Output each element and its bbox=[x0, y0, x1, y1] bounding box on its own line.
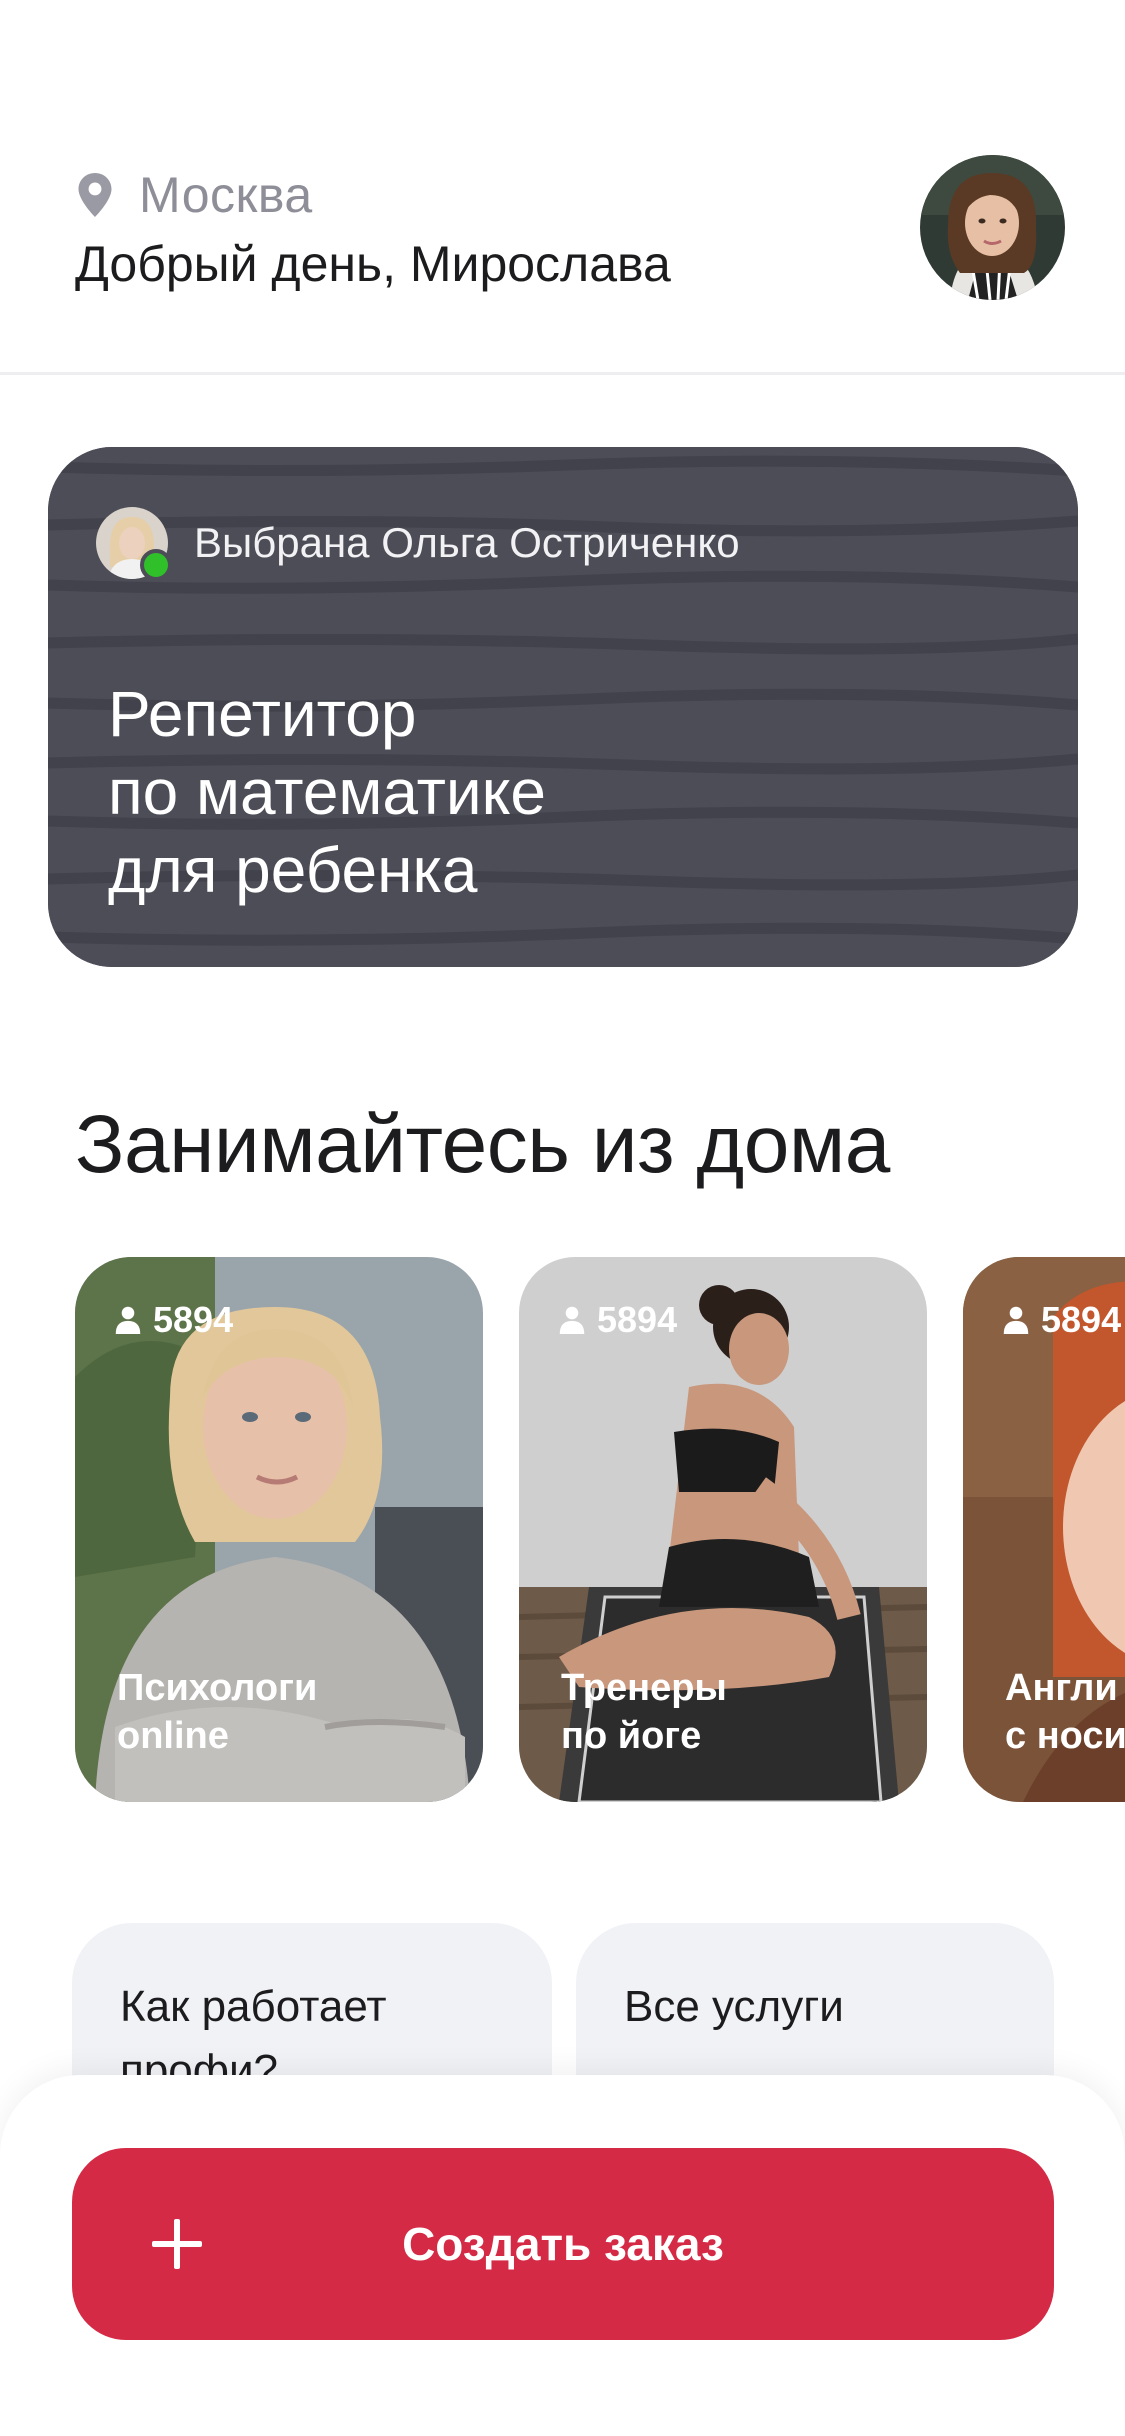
create-order-label: Создать заказ bbox=[402, 2218, 724, 2270]
chosen-specialist-text: Выбрана Ольга Остриченко bbox=[194, 519, 740, 566]
specialist-avatar bbox=[96, 507, 172, 581]
person-icon bbox=[1003, 1306, 1029, 1334]
person-icon bbox=[115, 1306, 141, 1334]
category-label: Англи с носи bbox=[1005, 1667, 1125, 1757]
create-order-button[interactable]: Создать заказ bbox=[72, 2148, 1054, 2340]
category-carousel[interactable]: 5894 Психологи online 5894 Тренеры по йо… bbox=[0, 1257, 1125, 1802]
location-row[interactable]: Москва bbox=[75, 165, 313, 225]
chosen-specialist-row: Выбрана Ольга Остриченко bbox=[96, 507, 740, 581]
specialist-count: 5894 bbox=[115, 1299, 233, 1341]
online-indicator bbox=[140, 549, 172, 581]
category-label: Тренеры по йоге bbox=[561, 1667, 727, 1757]
order-title: Репетитор по математике для ребенка bbox=[108, 678, 546, 906]
city-label: Москва bbox=[139, 167, 313, 223]
user-avatar[interactable] bbox=[920, 155, 1065, 300]
category-card-yoga[interactable]: 5894 Тренеры по йоге bbox=[519, 1257, 927, 1802]
section-title: Занимайтесь из дома bbox=[75, 1099, 890, 1190]
location-pin-icon bbox=[78, 173, 112, 217]
specialist-count: 5894 bbox=[559, 1299, 677, 1341]
header-divider bbox=[0, 372, 1125, 375]
plus-icon bbox=[152, 2219, 202, 2269]
category-card-psychologists[interactable]: 5894 Психологи online bbox=[75, 1257, 483, 1802]
category-label: Психологи online bbox=[117, 1667, 318, 1757]
greeting-text: Добрый день, Мирослава bbox=[75, 236, 671, 292]
person-icon bbox=[559, 1306, 585, 1334]
selected-order-card[interactable]: Выбрана Ольга Остриченко Репетитор по ма… bbox=[48, 447, 1078, 967]
specialist-count: 5894 bbox=[1003, 1299, 1121, 1341]
category-card-english[interactable]: 5894 Англи с носи bbox=[963, 1257, 1125, 1802]
